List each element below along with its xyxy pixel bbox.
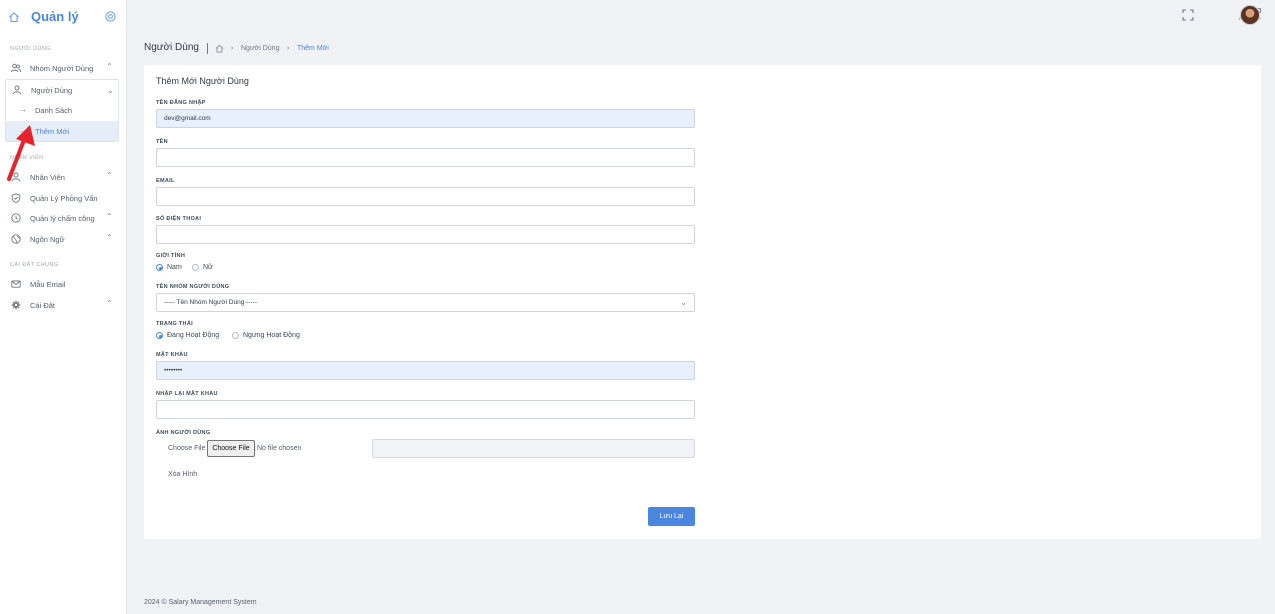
users-group-icon [11, 63, 21, 73]
status-inactive-label[interactable]: Ngưng Hoạt Động [243, 332, 300, 339]
globe-icon [11, 234, 21, 244]
fullscreen-icon[interactable] [1182, 9, 1194, 21]
user-group-label: TÊN NHÓM NGƯỜI DÙNG [156, 284, 230, 290]
name-field[interactable] [156, 148, 695, 167]
avatar[interactable] [1240, 5, 1260, 25]
email-label: EMAIL [156, 178, 175, 184]
chevron-up-icon: ⌃ [106, 212, 113, 221]
sidebar-item-label: Cài Đặt [30, 301, 56, 310]
sidebar-item-label: Quản lý chấm công [30, 214, 95, 223]
breadcrumb-link-users[interactable]: Người Dùng [241, 45, 279, 52]
sidebar-item-settings[interactable]: Cài Đặt ⌃ [0, 296, 127, 314]
status-inactive-radio[interactable] [232, 332, 239, 339]
user-group-select[interactable]: ----- Tên Nhóm Người Dùng ----- ⌄ [156, 293, 695, 312]
chevron-up-icon: ⌃ [106, 171, 113, 180]
gender-female-radio[interactable] [192, 264, 199, 271]
gear-icon [11, 300, 21, 310]
sidebar-item-email-templates[interactable]: Mẫu Email [0, 275, 127, 293]
sidebar-subitem-list[interactable]: → Danh Sách [6, 100, 118, 120]
sidebar-item-users[interactable]: Người Dùng ⌄ [6, 81, 118, 99]
email-field[interactable] [156, 187, 695, 206]
form-title: Thêm Mới Người Dùng [156, 76, 249, 86]
sidebar-item-label: Người Dùng [31, 86, 73, 95]
status-label: TRẠNG THÁI [156, 321, 193, 327]
footer-text: 2024 © Salary Management System [144, 599, 257, 606]
breadcrumb-divider [207, 43, 208, 54]
sidebar-item-interviews[interactable]: Quản Lý Phỏng Vấn [0, 189, 127, 207]
username-label: TÊN ĐĂNG NHẬP [156, 100, 206, 106]
confirm-password-label: NHẬP LẠI MẬT KHẨU [156, 391, 218, 397]
breadcrumb-current: Thêm Mới [297, 45, 329, 52]
sidebar-toggle-icon[interactable] [105, 11, 116, 22]
sidebar-item-attendance[interactable]: Quản lý chấm công ⌃ [0, 209, 127, 227]
password-label: MẬT KHẨU [156, 352, 188, 358]
sidebar-item-label: Nhóm Người Dùng [30, 64, 94, 73]
gender-male-label[interactable]: Nam [167, 264, 182, 271]
shield-check-icon [11, 193, 21, 203]
user-icon [12, 85, 22, 95]
username-field[interactable] [156, 109, 695, 128]
brand: Quản lý [0, 0, 127, 34]
avatar-label: ẢNH NGƯỜI DÙNG [156, 430, 211, 436]
sidebar-item-languages[interactable]: Ngôn Ngữ ⌃ [0, 230, 127, 248]
avatar-preview [372, 439, 695, 458]
topbar: Tang Available [127, 0, 1275, 34]
breadcrumb-separator: › [287, 45, 290, 52]
gender-female-label[interactable]: Nữ [203, 264, 213, 271]
password-field[interactable] [156, 361, 695, 380]
choose-file-button[interactable]: Choose File [207, 440, 255, 457]
remove-image-link[interactable]: Xóa Hình [168, 471, 197, 478]
add-user-form-card: Thêm Mới Người Dùng TÊN ĐĂNG NHẬP TÊN EM… [144, 65, 1261, 539]
name-label: TÊN [156, 139, 168, 145]
app-title[interactable]: Quản lý [31, 9, 79, 24]
chevron-down-icon: ⌄ [107, 86, 114, 95]
sidebar-item-user-groups[interactable]: Nhóm Người Dùng ⌃ [0, 59, 127, 77]
sidebar-item-label: Quản Lý Phỏng Vấn [30, 194, 98, 203]
section-users-heading: NGƯỜI DÙNG [10, 46, 51, 52]
file-status-text: No file chosen [257, 445, 302, 452]
section-settings-heading: CÀI ĐẶT CHUNG [10, 262, 59, 268]
file-input-prefix: Choose File [168, 445, 206, 452]
home-icon[interactable] [8, 11, 20, 23]
sidebar-subitem-label: Thêm Mới [35, 127, 70, 136]
page-title: Người Dùng [144, 42, 199, 53]
mail-icon [11, 280, 21, 288]
home-icon[interactable] [215, 44, 224, 53]
status-active-radio[interactable] [156, 332, 163, 339]
sidebar-item-label: Mẫu Email [30, 280, 66, 289]
save-button[interactable]: Lưu Lại [648, 507, 695, 526]
phone-field[interactable] [156, 225, 695, 244]
confirm-password-field[interactable] [156, 400, 695, 419]
gender-male-radio[interactable] [156, 264, 163, 271]
chevron-up-icon: ⌃ [106, 233, 113, 242]
chevron-down-icon: ⌄ [680, 298, 687, 307]
sidebar-item-label: Ngôn Ngữ [30, 235, 65, 244]
user-group-select-value: ----- Tên Nhóm Người Dùng ----- [164, 299, 258, 306]
arrow-right-icon: → [19, 105, 27, 114]
breadcrumb-separator: › [231, 45, 234, 52]
status-active-label[interactable]: Đang Hoạt Động [167, 332, 219, 339]
chevron-up-icon: ⌃ [106, 299, 113, 308]
sidebar: Quản lý NGƯỜI DÙNG Nhóm Người Dùng ⌃ Ngư… [0, 0, 127, 614]
red-arrow-annotation [7, 125, 35, 181]
clock-icon [11, 213, 21, 223]
gender-label: GIỚI TÍNH [156, 253, 186, 259]
phone-label: SỐ ĐIỆN THOẠI [156, 216, 202, 222]
sidebar-subitem-label: Danh Sách [35, 106, 73, 115]
chevron-up-icon: ⌃ [106, 62, 113, 71]
